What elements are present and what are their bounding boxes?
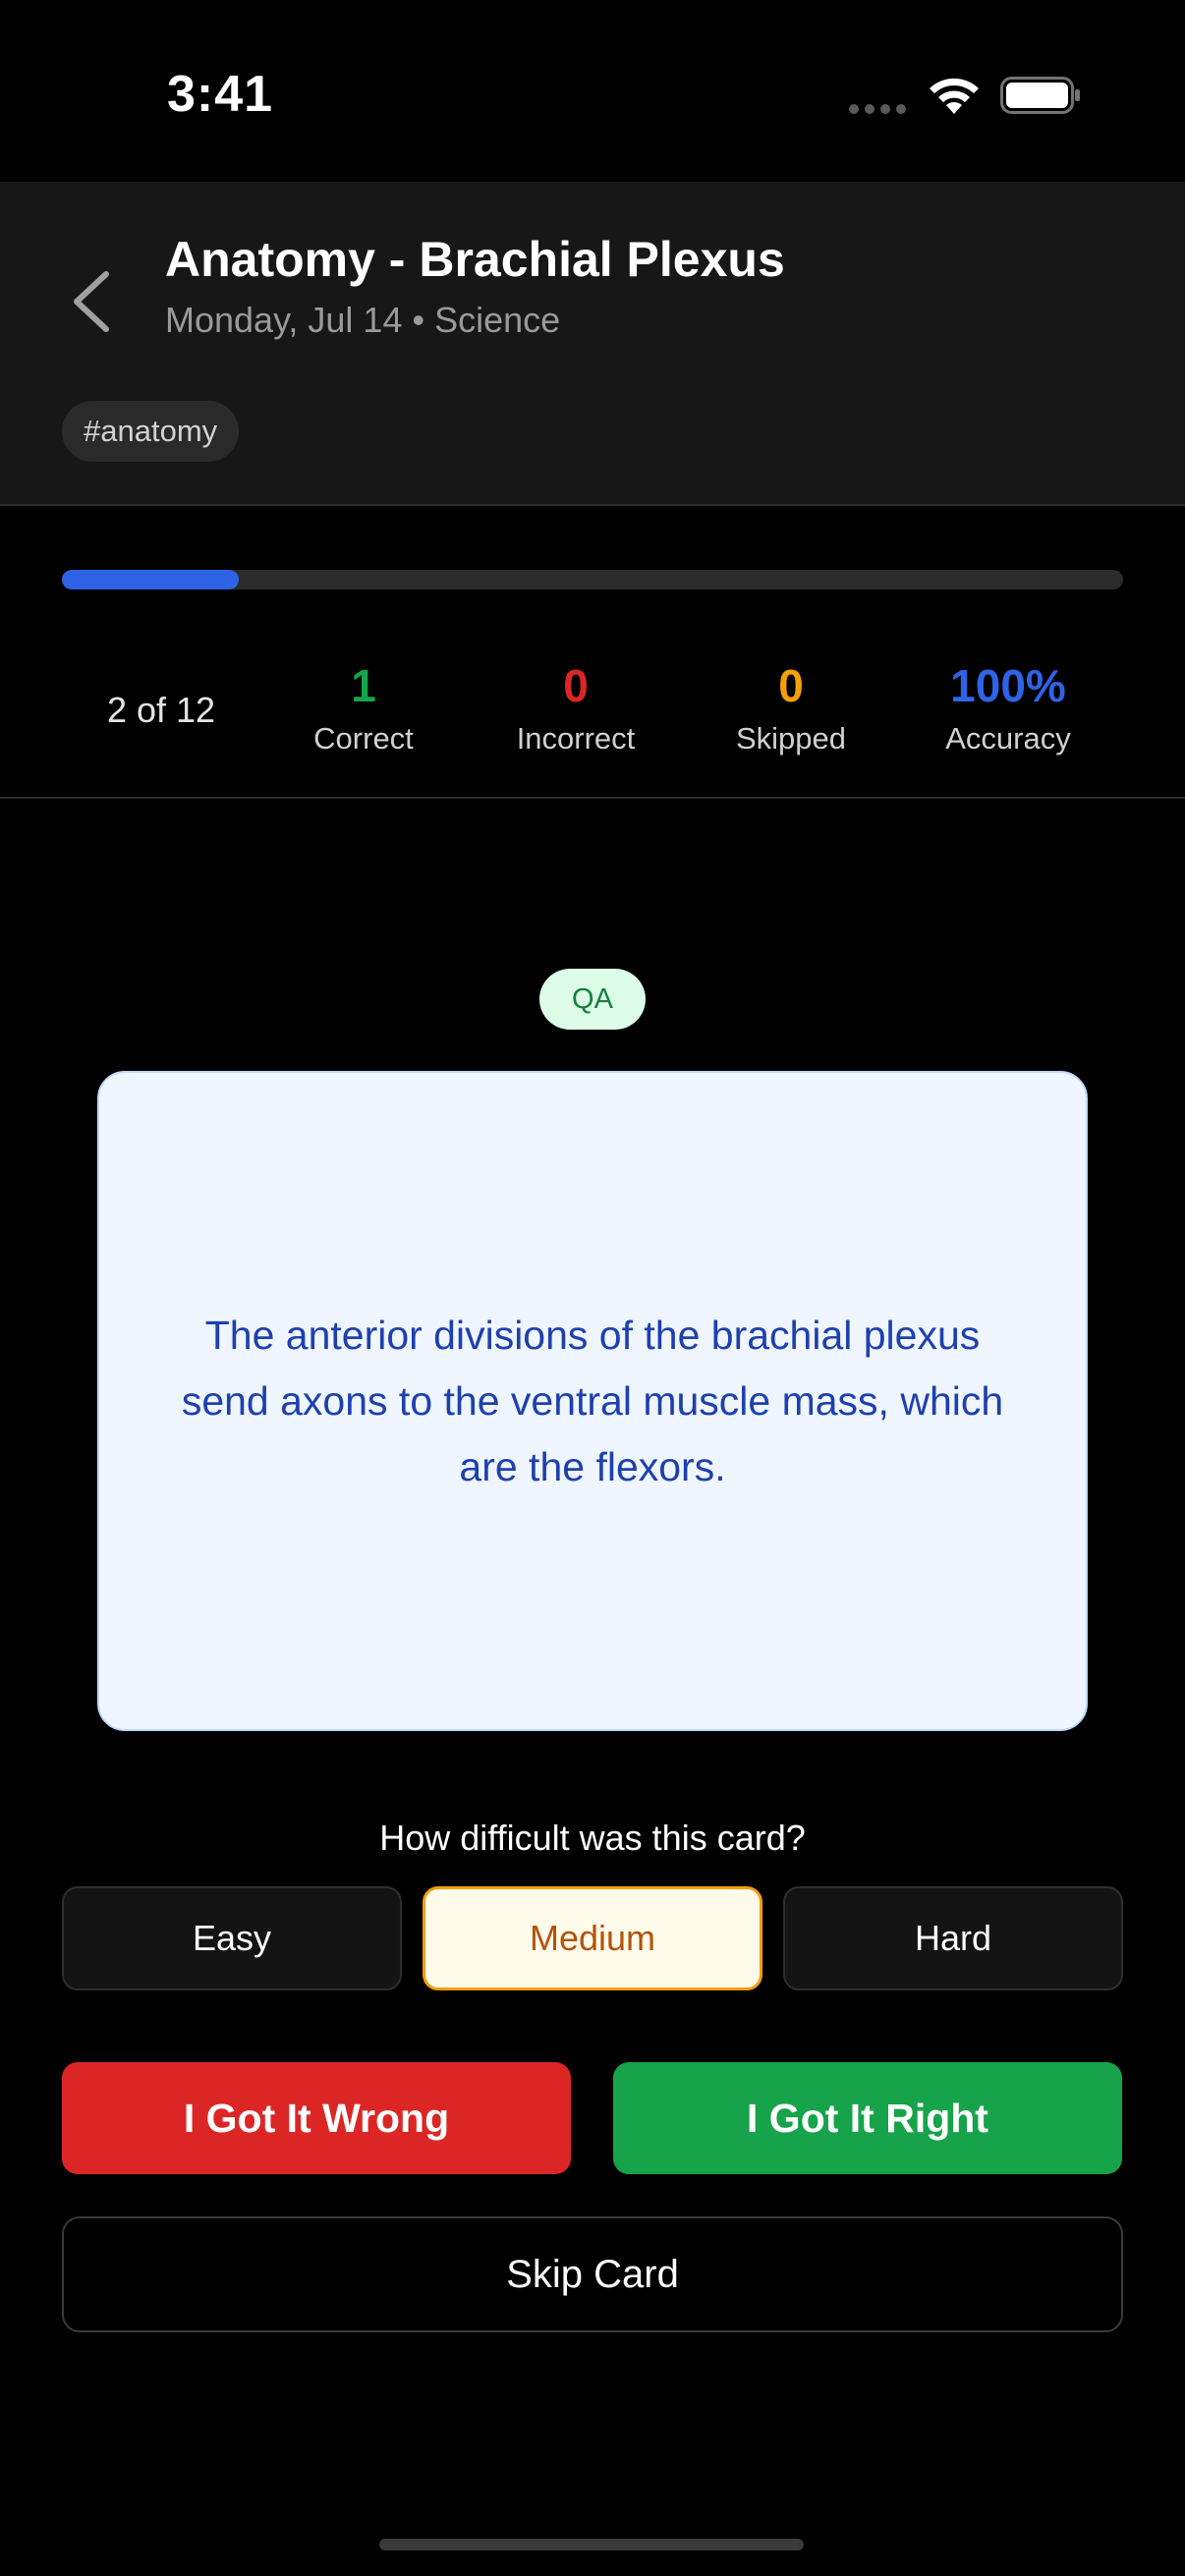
stat-correct: 1 Correct [265,658,462,756]
difficulty-hard-button[interactable]: Hard [783,1886,1123,1990]
got-it-wrong-button[interactable]: I Got It Wrong [62,2062,571,2174]
stat-label: Incorrect [516,721,636,756]
difficulty-medium-button[interactable]: Medium [423,1886,762,1990]
wifi-icon [930,78,979,114]
deck-header: Anatomy - Brachial Plexus Monday, Jul 14… [0,182,1185,506]
progress-fill [62,570,240,589]
cellular-signal-icon [849,104,906,114]
stat-skipped: 0 Skipped [693,658,889,756]
difficulty-easy-button[interactable]: Easy [62,1886,402,1990]
stat-incorrect: 0 Incorrect [478,658,674,756]
page-title: Anatomy - Brachial Plexus [165,232,785,287]
stat-label: Skipped [735,721,847,756]
home-indicator [379,2539,804,2550]
page-subtitle: Monday, Jul 14 • Science [165,300,561,340]
flashcard[interactable]: The anterior divisions of the brachial p… [97,1071,1088,1731]
got-it-right-button[interactable]: I Got It Right [613,2062,1122,2174]
progress-bar [62,570,1123,589]
stat-label: Correct [313,721,414,756]
stat-value: 1 [351,660,376,711]
stat-label: Accuracy [945,721,1071,756]
stat-accuracy: 100% Accuracy [910,658,1106,756]
card-position: 2 of 12 [106,690,216,730]
chevron-left-icon[interactable] [61,262,120,341]
difficulty-question: How difficult was this card? [379,1818,806,1858]
stats-row: 2 of 12 1 Correct 0 Incorrect 0 Skipped … [0,629,1185,796]
status-bar: 3:41 [0,0,1185,182]
stat-value: 0 [778,660,804,711]
stat-value: 0 [563,660,589,711]
tag-chip[interactable]: #anatomy [62,401,240,462]
skip-card-button[interactable]: Skip Card [62,2216,1123,2332]
flashcard-text: The anterior divisions of the brachial p… [181,1312,1004,1489]
stat-value: 100% [950,660,1066,711]
card-type-badge: QA [539,969,646,1030]
status-time: 3:41 [167,66,274,123]
battery-icon [1000,77,1080,114]
divider [0,797,1185,799]
